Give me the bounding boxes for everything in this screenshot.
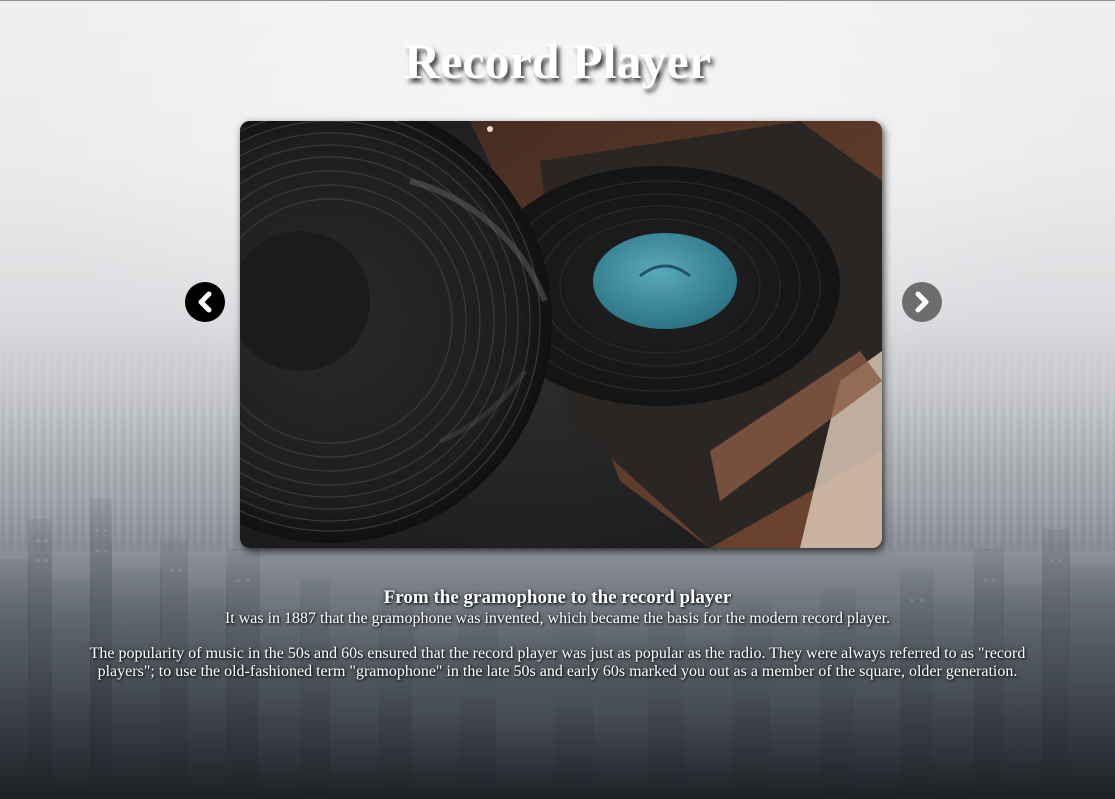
page-title: Record Player — [404, 33, 711, 89]
caption-paragraph: The popularity of music in the 50s and 6… — [89, 645, 1026, 680]
slide-caption: From the gramophone to the record player… — [0, 586, 1115, 681]
image-slider[interactable] — [240, 121, 882, 548]
previous-slide-button[interactable] — [185, 282, 225, 322]
caption-heading: From the gramophone to the record player — [383, 587, 732, 608]
chevron-left-icon — [198, 291, 212, 313]
chevron-right-icon — [915, 291, 929, 313]
next-slide-button[interactable] — [902, 282, 942, 322]
caption-intro: It was in 1887 that the gramophone was i… — [224, 610, 891, 627]
vinyl-record-image — [240, 121, 882, 548]
